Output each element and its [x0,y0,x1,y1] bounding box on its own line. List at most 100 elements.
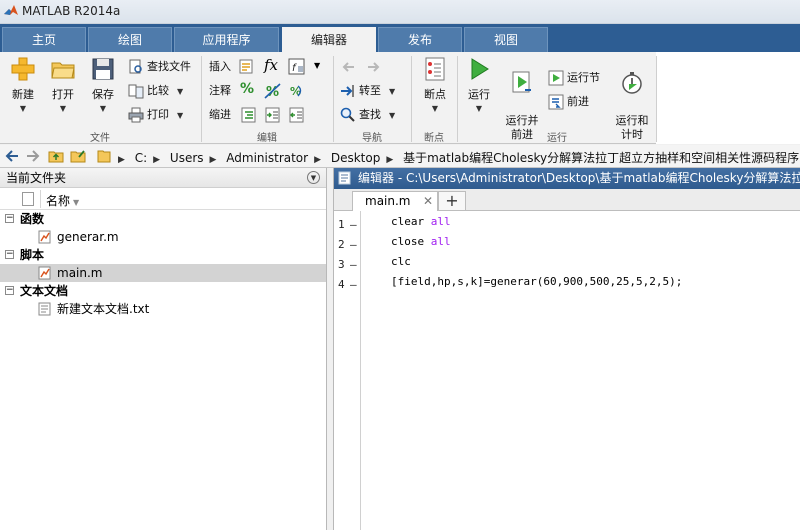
group-text-documents[interactable]: − 文本文档 [0,282,326,300]
collapse-toggle-icon[interactable]: − [5,250,14,259]
goto-button[interactable]: 转至 ▼ [340,81,395,101]
chevron-down-icon: ▼ [177,111,184,120]
column-name[interactable]: 名称 ▼ [46,192,79,209]
uncomment-icon[interactable]: % [264,82,282,100]
collapse-toggle-icon[interactable]: − [5,214,14,223]
editor-header: 编辑器 - C:\Users\Administrator\Desktop\基于m… [334,168,800,189]
back-icon[interactable] [4,148,20,164]
find-files-button[interactable]: 查找文件 [128,57,191,77]
compare-button[interactable]: 比较 ▼ [128,81,183,101]
code-line[interactable]: [field,hp,s,k]=generar(60,900,500,25,5,2… [391,272,682,292]
chevron-down-icon: ▼ [19,104,27,113]
breadcrumb[interactable]: ▶ C: ▶ Users ▶ Administrator ▶ Desktop ▶ 基于m… [118,149,800,166]
breakpoint-marker[interactable]: – [350,235,357,255]
code-line[interactable]: clear all [391,212,451,232]
code-area[interactable]: clear all close all clc [field,hp,s,k]=g… [360,211,800,530]
line-number: 1 [338,218,345,231]
code-line[interactable]: close all [391,232,451,252]
panel-actions-icon[interactable]: ▼ [307,171,320,184]
sort-arrow-icon: ▼ [73,198,80,207]
file-type-column-icon[interactable] [22,192,34,206]
tab-apps[interactable]: 应用程序 [174,27,279,52]
wrap-comments-icon[interactable]: % [288,82,306,100]
comment-button[interactable]: 注释 [209,81,231,101]
goto-label: 转至 [359,84,381,97]
group-label-run: 运行 [547,133,567,144]
code-text: clear [391,215,425,228]
column-divider [40,190,41,208]
editor-tab-main[interactable]: main.m ✕ [352,191,438,212]
chevron-down-icon: ▼ [59,104,67,113]
tab-view[interactable]: 视图 [464,27,548,52]
breadcrumb-drive[interactable]: C: [135,151,147,165]
file-item-main[interactable]: main.m [0,264,326,282]
chevron-down-icon: ▼ [99,104,107,113]
save-label: 保存 [92,88,114,101]
save-button[interactable]: 保存 ▼ [86,56,120,113]
up-folder-icon[interactable] [48,148,64,164]
print-button[interactable]: 打印 ▼ [128,105,183,125]
breadcrumb-desktop[interactable]: Desktop [331,151,381,165]
browse-folder-icon[interactable] [70,148,86,164]
breadcrumb-separator: ▶ [209,155,217,165]
tab-editor[interactable]: 编辑器 [282,27,376,52]
tab-home[interactable]: 主页 [2,27,86,52]
smart-indent-icon[interactable] [240,106,258,124]
insert-function-icon[interactable]: fx [264,56,282,74]
breakpoint-marker[interactable]: – [350,255,357,275]
group-functions[interactable]: − 函数 [0,210,326,228]
editor-title: 编辑器 - C:\Users\Administrator\Desktop\基于m… [358,171,800,185]
breakpoint-marker[interactable]: – [350,275,357,295]
tab-publish[interactable]: 发布 [378,27,462,52]
title-bar: MATLAB R2014a [0,0,800,24]
find-files-label: 查找文件 [147,60,191,73]
chevron-down-icon: ▼ [389,111,396,120]
breakpoints-button[interactable]: 断点 ▼ [417,56,453,113]
collapse-toggle-icon[interactable]: − [5,286,14,295]
current-folder-panel: 当前文件夹 ▼ 名称 ▼ − 函数 generar.m − 脚本 main.m − 文本… [0,168,327,530]
close-icon[interactable]: ✕ [423,192,433,211]
code-line[interactable]: clc [391,252,411,272]
compare-icon [128,84,144,99]
insert-section-icon[interactable] [238,58,256,76]
print-label: 打印 [147,108,169,121]
address-bar: ▶ C: ▶ Users ▶ Administrator ▶ Desktop ▶ 基于m… [0,145,800,168]
group-label: 文本文档 [20,284,69,298]
file-item-text-document[interactable]: 新建文本文档.txt [0,300,326,318]
breadcrumb-users[interactable]: Users [170,151,204,165]
compare-label: 比较 [147,84,169,97]
new-plus-icon [11,57,35,81]
indent-button[interactable]: 缩进 [209,105,231,125]
new-tab-button[interactable]: + [438,191,466,211]
chevron-down-icon[interactable]: ▼ [314,61,320,70]
breadcrumb-administrator[interactable]: Administrator [226,151,308,165]
new-button[interactable]: 新建 ▼ [6,56,40,113]
back-arrow-icon[interactable] [340,58,358,76]
forward-icon[interactable] [25,148,41,164]
file-item-generar[interactable]: generar.m [0,228,326,246]
breakpoint-marker[interactable]: – [350,215,357,235]
forward-arrow-icon[interactable] [364,58,382,76]
open-button[interactable]: 打开 ▼ [46,56,80,113]
decrease-indent-icon[interactable] [288,106,306,124]
comment-percent-icon[interactable]: % [240,81,258,99]
code-text: clc [391,255,411,268]
breadcrumb-project-folder[interactable]: 基于matlab编程Cholesky分解算法拉丁超立方抽样和空间相关性源码程序 [403,151,799,165]
file-name: generar.m [57,230,119,244]
advance-label: 前进 [567,95,589,108]
file-name: main.m [57,266,103,280]
function-browser-icon[interactable]: f [288,58,306,76]
find-button[interactable]: 查找 ▼ [340,105,395,125]
function-file-icon [38,230,51,244]
group-scripts[interactable]: − 脚本 [0,246,326,264]
tab-plots[interactable]: 绘图 [88,27,172,52]
chevron-down-icon: ▼ [475,104,483,113]
insert-button[interactable]: 插入 [209,57,231,77]
advance-button[interactable]: 前进 [548,92,589,112]
group-label: 脚本 [20,248,45,262]
run-section-button[interactable]: 运行节 [548,68,600,88]
current-folder-title: 当前文件夹 [6,171,67,185]
run-button[interactable]: 运行 ▼ [462,56,496,113]
increase-indent-icon[interactable] [264,106,282,124]
group-divider [656,56,657,142]
